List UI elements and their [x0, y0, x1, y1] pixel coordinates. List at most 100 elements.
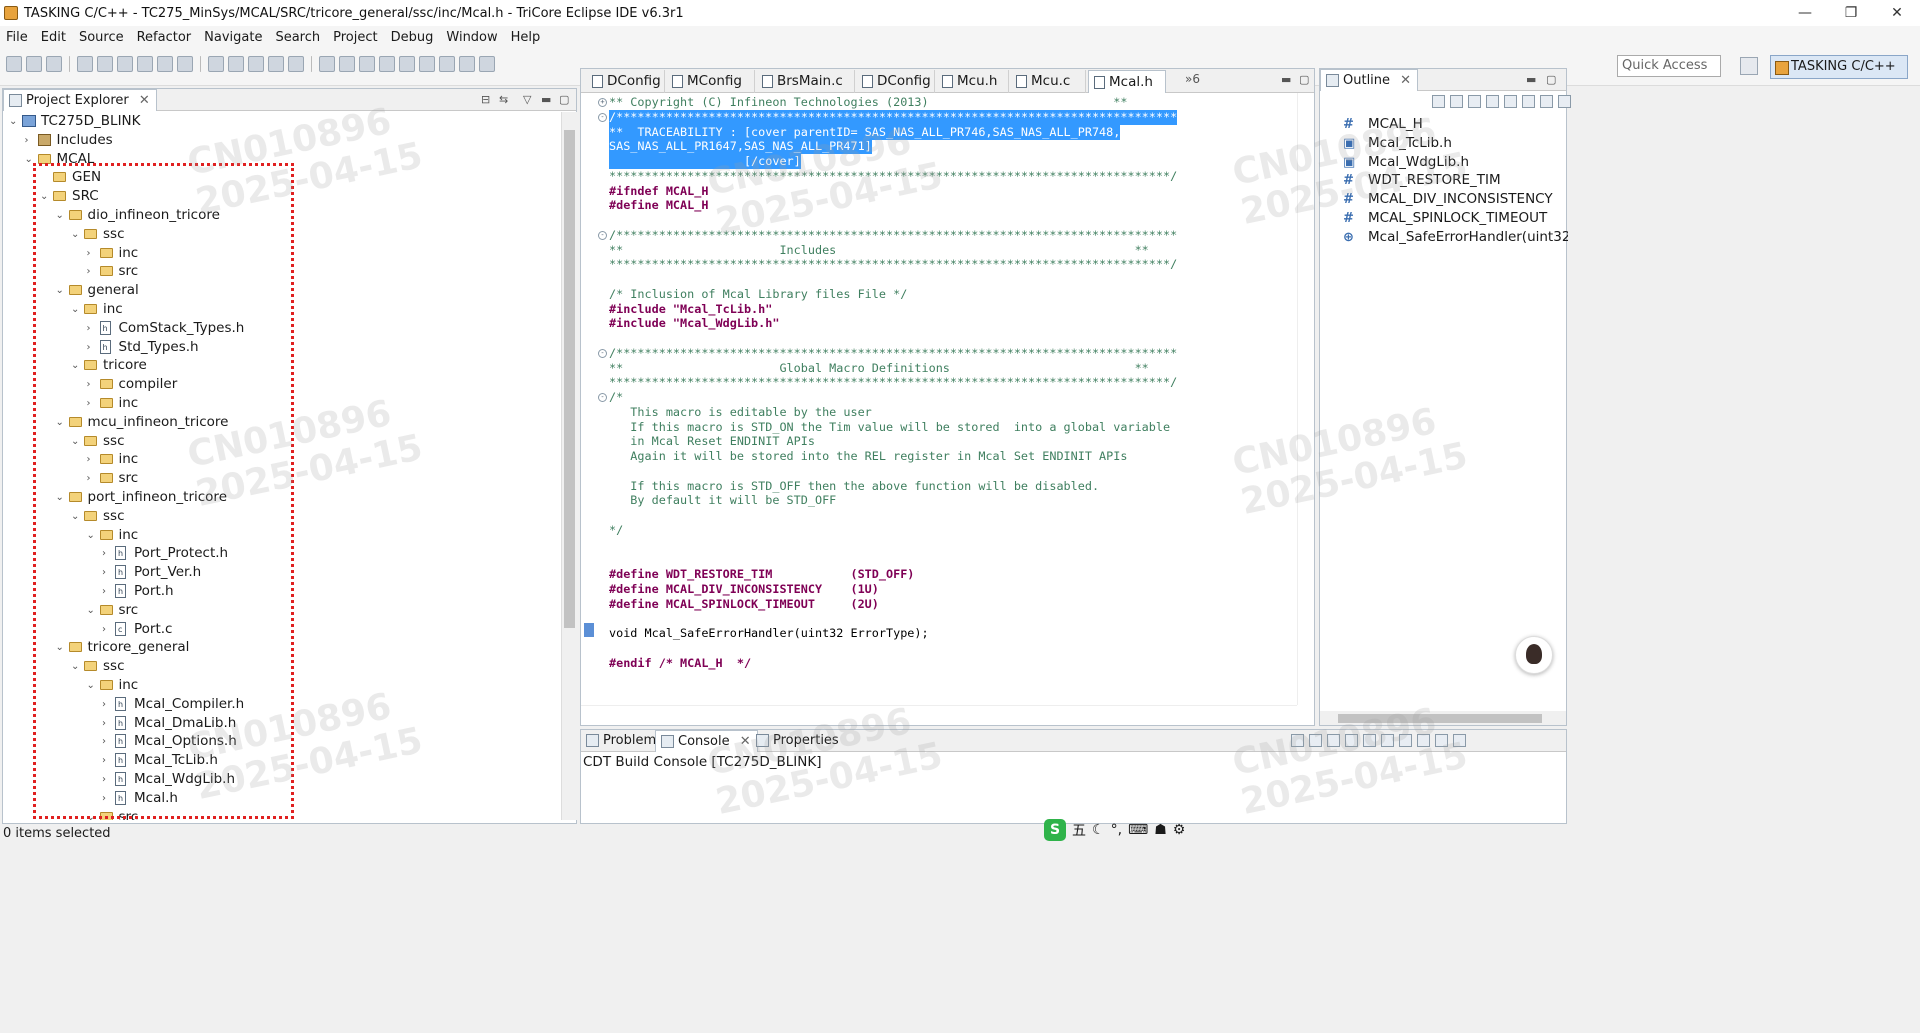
expand-arrow-icon[interactable]: › — [102, 544, 112, 563]
toggle-mark-icon[interactable] — [379, 56, 395, 72]
expand-arrow-icon[interactable]: › — [87, 394, 97, 413]
code-line[interactable]: /* — [609, 390, 623, 405]
tab-outline[interactable]: Outline ✕ — [1320, 69, 1419, 91]
code-line[interactable]: ****************************************… — [609, 257, 1177, 272]
hide-nonpublic-icon[interactable] — [1504, 95, 1517, 108]
expand-arrow-icon[interactable]: › — [87, 375, 97, 394]
hide-static-icon[interactable] — [1486, 95, 1499, 108]
collapse-arrow-icon[interactable]: ⌄ — [71, 432, 81, 451]
code-editor[interactable]: ** Copyright (C) Infineon Technologies (… — [581, 93, 1296, 705]
outline-item[interactable]: # MCAL_DIV_INCONSISTENCY — [1344, 190, 1568, 209]
tree-item[interactable]: › Mcal_TcLib.h — [3, 751, 553, 770]
group-includes-icon[interactable] — [1522, 95, 1535, 108]
code-line[interactable]: /***************************************… — [609, 109, 1178, 125]
outline-item[interactable]: ▣ Mcal_TcLib.h — [1344, 134, 1568, 153]
expand-arrow-icon[interactable]: › — [102, 770, 112, 789]
menu-debug[interactable]: Debug — [391, 30, 434, 45]
code-line[interactable]: in Mcal Reset ENDINIT APIs — [609, 434, 815, 449]
code-line[interactable]: #define MCAL_H — [609, 198, 708, 213]
code-line[interactable]: #endif /* MCAL_H */ — [609, 656, 751, 671]
tree-item[interactable]: › Port.c — [3, 620, 553, 639]
hide-fields-icon[interactable] — [1468, 95, 1481, 108]
menu-edit[interactable]: Edit — [41, 30, 66, 45]
collapse-arrow-icon[interactable]: ⌄ — [87, 676, 97, 695]
menu-refactor[interactable]: Refactor — [137, 30, 192, 45]
tree-item[interactable]: › inc — [3, 394, 553, 413]
menu-navigate[interactable]: Navigate — [204, 30, 262, 45]
collapse-arrow-icon[interactable]: ⌄ — [87, 808, 97, 820]
collapse-fold-icon[interactable]: - — [598, 393, 607, 402]
clear-console-icon[interactable] — [1309, 734, 1322, 747]
tree-item[interactable]: ⌄ mcu_infineon_tricore — [3, 413, 553, 432]
code-line[interactable]: [/cover] — [609, 154, 801, 169]
next-annotation-icon[interactable] — [399, 56, 415, 72]
editor-tab[interactable]: Mcal.h ✕ — [1088, 70, 1166, 113]
collapse-arrow-icon[interactable]: ⌄ — [71, 300, 81, 319]
new-icon[interactable] — [6, 56, 22, 72]
menu-source[interactable]: Source — [79, 30, 124, 45]
expand-arrow-icon[interactable]: › — [87, 469, 97, 488]
maximize-icon[interactable]: ▢ — [1546, 73, 1556, 86]
word-wrap-icon[interactable] — [1345, 734, 1358, 747]
menu-file[interactable]: File — [6, 30, 28, 45]
new-project-icon[interactable] — [117, 56, 133, 72]
tree-item[interactable]: ⌄ SRC — [3, 187, 553, 206]
tree-item[interactable]: ⌄ inc — [3, 526, 553, 545]
expand-arrow-icon[interactable]: › — [87, 450, 97, 469]
tree-item[interactable]: ⌄ MCAL — [3, 150, 553, 169]
tree-item[interactable]: ⌄ src — [3, 601, 553, 620]
scroll-thumb[interactable] — [564, 130, 575, 628]
open-console-icon[interactable] — [1399, 734, 1412, 747]
code-line[interactable]: ** Global Macro Definitions ** — [609, 361, 1149, 376]
tree-item[interactable]: › compiler — [3, 375, 553, 394]
collapse-arrow-icon[interactable]: ⌄ — [87, 526, 97, 545]
collapse-fold-icon[interactable]: - — [598, 230, 607, 240]
close-icon[interactable]: ✕ — [139, 93, 150, 108]
menu-window[interactable]: Window — [446, 30, 497, 45]
collapse-arrow-icon[interactable]: ⌄ — [87, 601, 97, 620]
minimize-icon[interactable]: ▬ — [541, 93, 551, 106]
tree-item[interactable]: ⌄ ssc — [3, 432, 553, 451]
minimize-icon[interactable]: ▬ — [1281, 73, 1291, 86]
tree-item[interactable]: GEN — [3, 168, 553, 187]
last-edit-icon[interactable] — [439, 56, 455, 72]
build-icon[interactable] — [77, 56, 93, 72]
moon-icon[interactable]: ☾ — [1092, 822, 1105, 838]
close-icon[interactable]: ✕ — [1400, 73, 1411, 88]
code-line[interactable]: #include "Mcal_WdgLib.h" — [609, 316, 779, 331]
tree-item[interactable]: › Mcal_WdgLib.h — [3, 770, 553, 789]
copy-icon[interactable] — [1363, 734, 1376, 747]
save-icon[interactable] — [26, 56, 42, 72]
tree-item[interactable]: ⌄ inc — [3, 300, 553, 319]
collapse-arrow-icon[interactable]: ⌄ — [56, 281, 66, 300]
code-line[interactable]: #define MCAL_SPINLOCK_TIMEOUT (2U) — [609, 597, 879, 612]
tree-item[interactable]: › Std_Types.h — [3, 338, 553, 357]
task-icon[interactable] — [248, 56, 264, 72]
minimize-icon[interactable]: ▬ — [1526, 73, 1536, 86]
collapse-arrow-icon[interactable]: ⌄ — [71, 507, 81, 526]
maximize-icon[interactable] — [1453, 734, 1466, 747]
tree-item[interactable]: ⌄ ssc — [3, 225, 553, 244]
expand-arrow-icon[interactable]: › — [102, 751, 112, 770]
vertical-scrollbar[interactable] — [561, 112, 577, 820]
collapse-arrow-icon[interactable]: ⌄ — [56, 206, 66, 225]
minimize-button[interactable]: — — [1782, 0, 1828, 26]
expand-arrow-icon[interactable]: › — [102, 582, 112, 601]
code-line[interactable]: SAS_NAS_ALL_PR1647,SAS_NAS_ALL_PR471] — [609, 139, 872, 155]
user-icon[interactable]: ☗ — [1154, 822, 1167, 838]
collapse-all-icon[interactable]: ⊟ — [481, 93, 490, 106]
code-line[interactable]: #include "Mcal_TcLib.h" — [609, 302, 772, 317]
brush-icon[interactable] — [339, 56, 355, 72]
editor-tab[interactable]: Mcu.h — [937, 70, 1009, 93]
tree-item[interactable]: ⌄ port_infineon_tricore — [3, 488, 553, 507]
code-line[interactable]: ****************************************… — [609, 375, 1177, 390]
expand-arrow-icon[interactable]: › — [87, 338, 97, 357]
collapse-arrow-icon[interactable]: ⌄ — [9, 112, 19, 131]
tab-project-explorer[interactable]: Project Explorer ✕ — [3, 89, 157, 111]
tab-overflow-icon[interactable]: »6 — [1185, 72, 1200, 86]
collapse-arrow-icon[interactable]: ⌄ — [56, 638, 66, 657]
collapse-arrow-icon[interactable]: ⌄ — [71, 225, 81, 244]
collapse-arrow-icon[interactable]: ⌄ — [25, 150, 35, 169]
run-icon[interactable] — [177, 56, 193, 72]
punctuation-icon[interactable]: °, — [1111, 822, 1122, 838]
